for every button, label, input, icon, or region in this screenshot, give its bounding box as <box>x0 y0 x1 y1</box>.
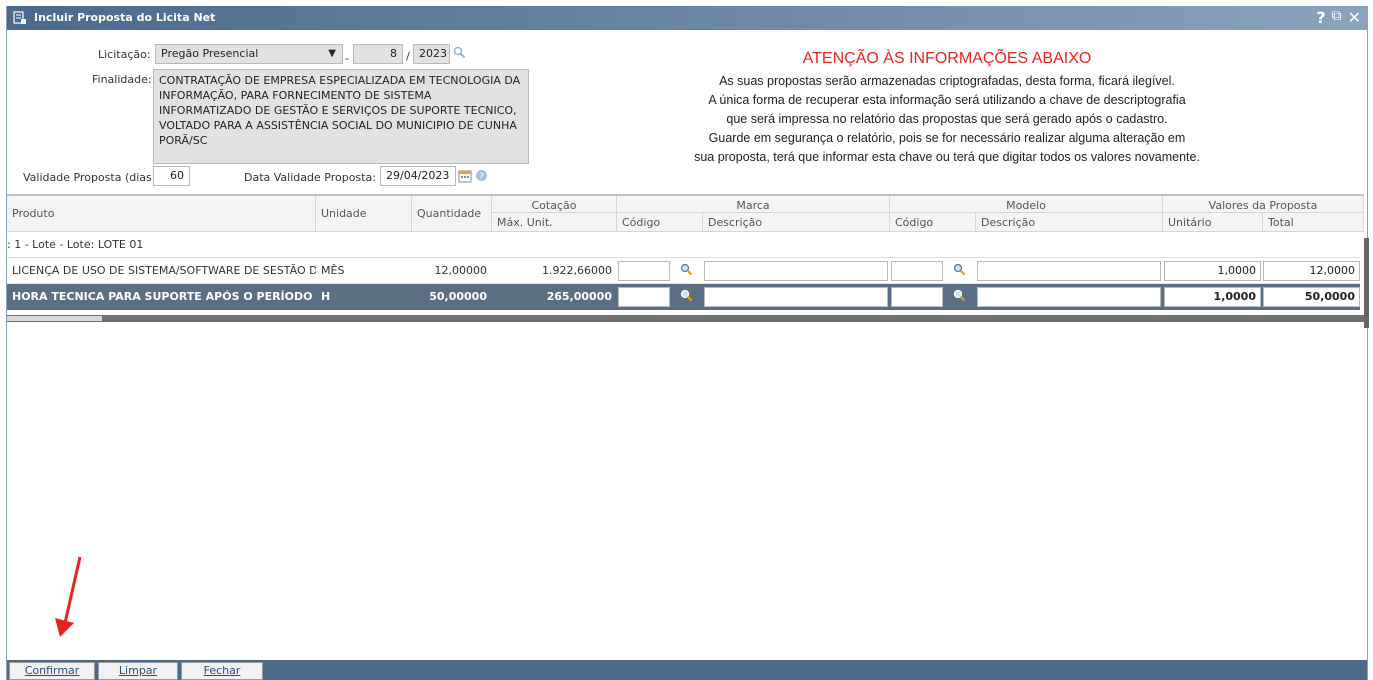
validade-label: Validade Proposta (dias): <box>23 171 160 184</box>
form-icon <box>13 11 26 24</box>
restore-icon[interactable]: ⧉ <box>1332 8 1342 27</box>
footer-bar: Confirmar Limpar Fechar <box>7 660 1367 680</box>
unitario-input[interactable]: 1,0000 <box>1164 261 1261 281</box>
marca-codigo-input[interactable] <box>618 287 670 307</box>
cell-produto: LICENÇA DE USO DE SISTEMA/SOFTWARE DE SE… <box>12 264 316 277</box>
window-title: Incluir Proposta do Licita Net <box>34 11 216 24</box>
proposal-window: Incluir Proposta do Licita Net ? ⧉ ✕ Lic… <box>6 6 1369 680</box>
modelo-codigo-input[interactable] <box>891 261 943 281</box>
marca-codigo-input[interactable] <box>618 261 670 281</box>
licitacao-year-field[interactable]: 2023 <box>413 44 450 64</box>
header-modelo: Modelo <box>890 196 1163 213</box>
header-modelo-descricao[interactable]: Descrição <box>976 213 1163 232</box>
modelo-codigo-input[interactable] <box>891 287 943 307</box>
warning-line: A única forma de recuperar esta informaç… <box>708 93 1186 107</box>
header-unitario[interactable]: Unitário <box>1163 213 1263 232</box>
group-label: : 1 - Lote - Lote: LOTE 01 <box>7 238 144 251</box>
group-row[interactable]: : 1 - Lote - Lote: LOTE 01 <box>7 232 1360 258</box>
header-unidade[interactable]: Unidade <box>316 196 412 232</box>
total-input[interactable]: 12,0000 <box>1263 261 1360 281</box>
validade-field[interactable]: 60 <box>153 166 190 186</box>
fechar-button[interactable]: Fechar <box>181 662 263 680</box>
header-cotacao: Cotação <box>492 196 617 213</box>
title-bar: Incluir Proposta do Licita Net ? ⧉ ✕ <box>7 6 1367 30</box>
search-icon[interactable] <box>952 289 968 303</box>
warning-line: que será impressa no relatório das propo… <box>726 112 1168 126</box>
cell-max-unit: 265,00000 <box>546 290 612 303</box>
warning-title: ATENÇÃO ÀS INFORMAÇÕES ABAIXO <box>802 50 1092 67</box>
warning-line: Guarde em segurança o relatório, pois se… <box>708 131 1186 145</box>
marca-descricao-input[interactable] <box>704 261 888 281</box>
warning-box: ATENÇÃO ÀS INFORMAÇÕES ABAIXO As suas pr… <box>657 50 1237 167</box>
unitario-input[interactable]: 1,0000 <box>1164 287 1261 307</box>
svg-text:?: ? <box>479 172 484 182</box>
header-total[interactable]: Total <box>1263 213 1364 232</box>
header-marca: Marca <box>617 196 890 213</box>
calendar-icon[interactable] <box>458 169 472 183</box>
limpar-button[interactable]: Limpar <box>98 662 178 680</box>
finalidade-label: Finalidade: <box>92 73 152 86</box>
red-arrow-annotation <box>55 556 82 637</box>
search-icon[interactable] <box>952 263 968 277</box>
search-icon[interactable] <box>679 289 695 303</box>
search-icon[interactable] <box>679 263 695 277</box>
cell-unidade: H <box>321 290 331 303</box>
info-icon[interactable]: ? <box>475 169 488 182</box>
header-modelo-codigo[interactable]: Código <box>890 213 976 232</box>
search-icon[interactable] <box>453 46 466 59</box>
total-input[interactable]: 50,0000 <box>1263 287 1360 307</box>
horizontal-scrollbar[interactable] <box>7 315 1364 322</box>
licitacao-separator: - <box>345 52 349 65</box>
cell-quantidade: 12,00000 <box>434 264 488 277</box>
licitacao-slash: / <box>406 50 410 63</box>
marca-descricao-input[interactable] <box>704 287 888 307</box>
help-icon[interactable]: ? <box>1316 8 1325 27</box>
warning-line: As suas propostas serão armazenadas crip… <box>719 74 1175 88</box>
modelo-descricao-input[interactable] <box>977 287 1161 307</box>
header-max-unit[interactable]: Máx. Unit. <box>492 213 617 232</box>
header-quantidade[interactable]: Quantidade <box>412 196 492 232</box>
data-validade-label: Data Validade Proposta: <box>244 171 376 184</box>
horizontal-scrollbar-thumb[interactable] <box>7 316 102 321</box>
licitacao-number-field[interactable]: 8 <box>353 44 403 64</box>
close-icon[interactable]: ✕ <box>1348 8 1361 27</box>
header-produto[interactable]: Produto <box>7 196 316 232</box>
table-row[interactable]: LICENÇA DE USO DE SISTEMA/SOFTWARE DE SE… <box>7 258 1360 284</box>
cell-max-unit: 1.922,66000 <box>542 264 612 277</box>
header-marca-descricao[interactable]: Descrição <box>703 213 890 232</box>
chevron-down-icon: ▼ <box>328 48 336 59</box>
cell-produto: HORA TECNICA PARA SUPORTE APÓS O PERÍODO… <box>12 290 316 303</box>
vertical-scrollbar[interactable] <box>1364 238 1369 328</box>
warning-line: sua proposta, terá que informar esta cha… <box>694 150 1200 164</box>
finalidade-textarea[interactable]: CONTRATAÇÃO DE EMPRESA ESPECIALIZADA EM … <box>153 69 529 164</box>
table-row-selected[interactable]: HORA TECNICA PARA SUPORTE APÓS O PERÍODO… <box>7 284 1360 310</box>
cell-unidade: MÊS <box>321 264 345 277</box>
header-marca-codigo[interactable]: Código <box>617 213 703 232</box>
licitacao-type-select[interactable]: Pregão Presencial ▼ <box>155 44 343 64</box>
cell-quantidade: 50,00000 <box>429 290 487 303</box>
confirmar-button[interactable]: Confirmar <box>9 662 95 680</box>
data-validade-field[interactable]: 29/04/2023 <box>380 166 456 186</box>
header-valores: Valores da Proposta <box>1163 196 1364 213</box>
modelo-descricao-input[interactable] <box>977 261 1161 281</box>
licitacao-label: Licitação: <box>98 48 151 61</box>
licitacao-type-value: Pregão Presencial <box>161 47 259 60</box>
